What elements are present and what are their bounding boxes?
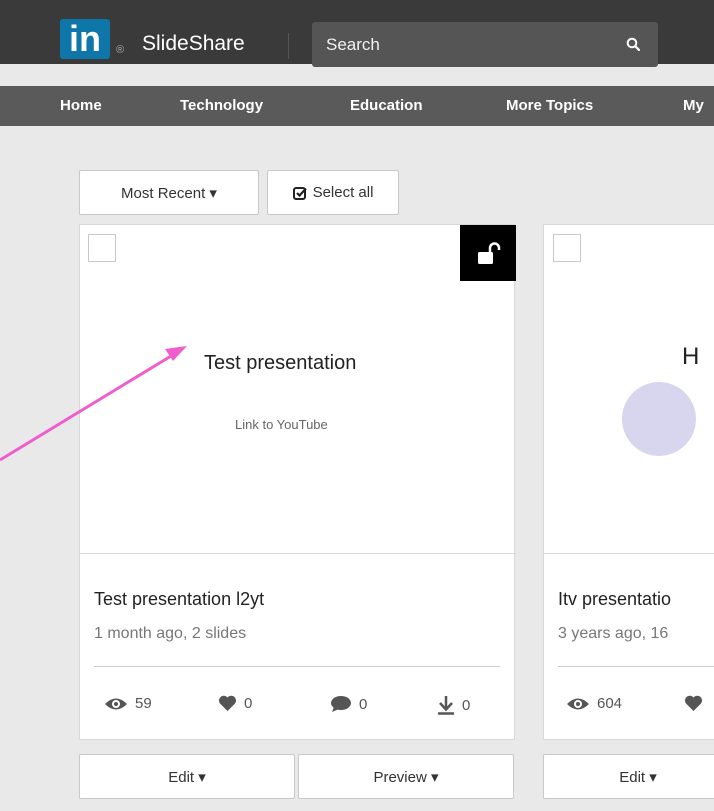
thumbnail-divider	[80, 553, 516, 554]
thumbnail-circle-graphic	[622, 382, 696, 456]
search-box[interactable]: Search	[312, 22, 658, 67]
card-divider	[94, 666, 500, 667]
preview-button[interactable]: Preview ▾	[298, 754, 514, 799]
privacy-toggle[interactable]	[460, 225, 516, 281]
card-title[interactable]: Itv presentatio	[558, 589, 671, 610]
select-all-button[interactable]: Select all	[267, 170, 399, 215]
search-input[interactable]: Search	[326, 35, 380, 55]
thumbnail-title: Test presentation	[204, 352, 357, 374]
likes-stat	[684, 695, 703, 712]
card-checkbox[interactable]	[88, 234, 116, 262]
card-divider	[558, 666, 714, 667]
header-divider	[288, 33, 289, 59]
nav-item-more-topics[interactable]: More Topics	[506, 97, 593, 114]
registered-mark: ®	[116, 44, 125, 56]
card-meta: 3 years ago, 16	[558, 625, 669, 642]
downloads-stat: 0	[437, 695, 470, 715]
unlock-icon	[478, 242, 501, 264]
search-icon[interactable]	[626, 37, 640, 51]
select-all-label: Select all	[312, 184, 374, 201]
eye-icon	[567, 698, 589, 709]
linkedin-logo[interactable]: in	[60, 19, 110, 59]
card-title[interactable]: Test presentation l2yt	[94, 589, 264, 610]
top-bar: in ® SlideShare Search	[0, 0, 714, 67]
downloads-count: 0	[462, 696, 471, 714]
views-count: 59	[135, 695, 152, 712]
heart-icon	[684, 695, 703, 711]
checkbox-check-icon	[292, 186, 307, 200]
sort-dropdown[interactable]: Most Recent ▾	[79, 170, 259, 215]
presentation-card[interactable]: Test presentation Link to YouTube Test p…	[79, 224, 516, 740]
presentation-card[interactable]: H Itv presentatio 3 years ago, 16 604	[543, 224, 714, 740]
nav-item-technology[interactable]: Technology	[180, 97, 263, 114]
thumbnail-subtitle: Link to YouTube	[235, 417, 328, 432]
heart-icon	[218, 695, 237, 711]
nav-item-my[interactable]: My	[683, 97, 704, 114]
views-count: 604	[597, 695, 623, 712]
comment-icon	[331, 696, 351, 712]
comments-stat: 0	[330, 695, 367, 713]
comments-count: 0	[359, 695, 368, 713]
edit-button[interactable]: Edit ▾	[79, 754, 295, 799]
likes-stat: 0	[218, 695, 252, 712]
thumbnail-title: H	[682, 343, 700, 370]
card-checkbox[interactable]	[553, 234, 581, 262]
edit-button[interactable]: Edit ▾	[543, 754, 714, 799]
views-stat: 604	[566, 695, 622, 712]
topics-nav: Home Technology Education More Topics My	[0, 86, 714, 126]
nav-item-home[interactable]: Home	[60, 97, 102, 114]
nav-item-education[interactable]: Education	[350, 97, 423, 114]
views-stat: 59	[104, 695, 152, 712]
download-icon	[438, 696, 454, 715]
card-meta: 1 month ago, 2 slides	[94, 625, 247, 642]
likes-count: 0	[244, 695, 253, 712]
thumbnail-divider	[544, 553, 714, 554]
slideshare-logo-text[interactable]: SlideShare	[142, 32, 245, 56]
eye-icon	[105, 698, 127, 709]
